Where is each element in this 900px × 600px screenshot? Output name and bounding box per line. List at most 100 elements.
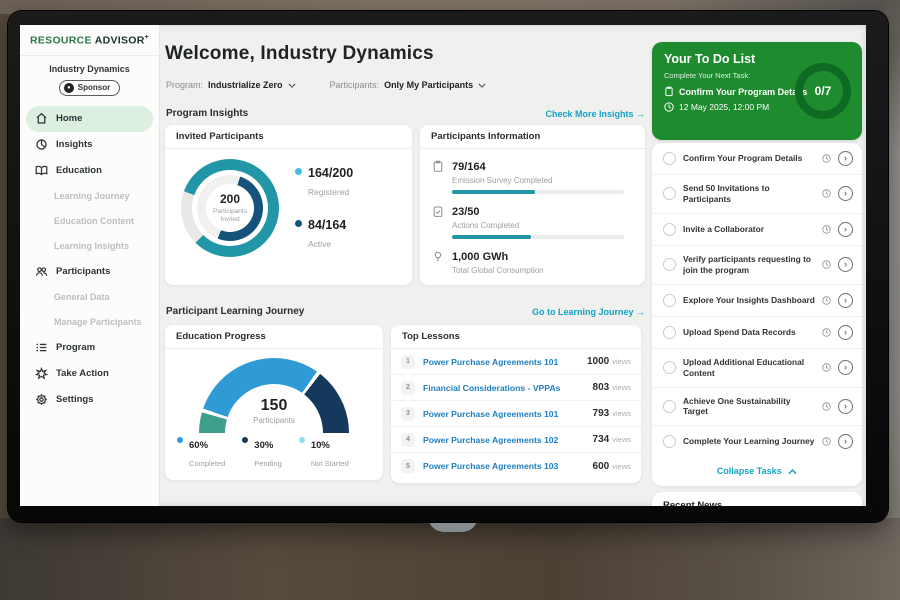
legend-dot — [295, 168, 302, 175]
gauge-legend: 60%Completed 30%Pending 10%Not Started — [177, 435, 375, 471]
lesson-row: 5 Power Purchase Agreements 103 600views — [391, 453, 641, 479]
progress-bar-actions — [452, 235, 624, 239]
checkbox[interactable] — [663, 400, 676, 413]
chevron-down-icon — [288, 83, 296, 88]
clock-icon — [822, 328, 831, 337]
section-title: Participant Learning Journey — [166, 306, 304, 317]
main-content: Welcome, Industry Dynamics Program: Indu… — [165, 25, 645, 506]
todo-item[interactable]: Invite a Collaborator › — [652, 214, 862, 246]
clipboard-icon — [664, 86, 674, 97]
sidebar-item-label: Program — [56, 342, 95, 353]
sidebar-item-participants[interactable]: Participants — [20, 259, 159, 285]
chevron-right-button[interactable]: › — [838, 151, 853, 166]
chevron-right-button[interactable]: › — [838, 222, 853, 237]
legend-dot — [299, 437, 305, 443]
home-icon — [35, 112, 48, 125]
legend-dot — [177, 437, 183, 443]
recent-news-card: Recent News — [652, 492, 862, 506]
lesson-row: 1 Power Purchase Agreements 101 1000view… — [391, 349, 641, 375]
legend-active: 84/164Active — [295, 216, 353, 252]
check-more-insights-link[interactable]: Check More Insights → — [545, 109, 645, 119]
sidebar: RESOURCE ADVISOR+ Industry Dynamics ● Sp… — [20, 25, 160, 506]
todo-hero-card: Your To Do List Complete Your Next Task:… — [652, 42, 862, 140]
clock-icon — [822, 437, 831, 446]
chevron-right-button[interactable]: › — [838, 293, 853, 308]
todo-item[interactable]: Send 50 Invitations to Participants › — [652, 175, 862, 214]
education-progress-card: Education Progress 150 Participants 60%C… — [165, 325, 383, 480]
sidebar-item-label: Education — [56, 165, 102, 176]
program-insights-header: Program Insights Check More Insights → — [166, 108, 645, 119]
arrow-right-icon: → — [636, 109, 645, 119]
card-title: Education Progress — [165, 325, 383, 349]
sidebar-item-manage-participants[interactable]: Manage Participants — [20, 310, 159, 335]
gear-icon — [35, 393, 48, 406]
sidebar-item-take-action[interactable]: Take Action — [20, 361, 159, 387]
lesson-row: 2 Financial Considerations - VPPAs 803vi… — [391, 375, 641, 401]
checkbox[interactable] — [663, 361, 676, 374]
sidebar-item-education[interactable]: Education — [20, 158, 159, 184]
go-to-learning-journey-link[interactable]: Go to Learning Journey → — [532, 307, 645, 317]
checkbox[interactable] — [663, 152, 676, 165]
participants-filter[interactable]: Participants: Only My Participants — [330, 80, 487, 90]
sidebar-item-label: Participants — [56, 266, 110, 277]
progress-bar-emission — [452, 190, 624, 194]
lesson-link[interactable]: Power Purchase Agreements 101 — [423, 409, 593, 419]
recent-news-title: Recent News — [663, 500, 851, 506]
page-title: Welcome, Industry Dynamics — [165, 43, 434, 65]
sidebar-item-label: Home — [56, 113, 82, 124]
sidebar-item-learning-journey[interactable]: Learning Journey — [20, 184, 159, 209]
sidebar-item-home[interactable]: Home — [26, 106, 153, 132]
todo-item[interactable]: Upload Additional Educational Content › — [652, 349, 862, 388]
todo-item[interactable]: Confirm Your Program Details › — [652, 143, 862, 175]
chevron-right-button[interactable]: › — [838, 399, 853, 414]
chevron-down-icon — [478, 83, 486, 88]
filters-row: Program: Industrialize Zero Participants… — [166, 80, 486, 90]
todo-item[interactable]: Verify participants requesting to join t… — [652, 246, 862, 285]
checkbox[interactable] — [663, 258, 676, 271]
sidebar-item-learning-insights[interactable]: Learning Insights — [20, 234, 159, 259]
checkbox[interactable] — [663, 435, 676, 448]
chevron-right-button[interactable]: › — [838, 325, 853, 340]
clock-icon — [822, 225, 831, 234]
chevron-right-button[interactable]: › — [838, 257, 853, 272]
section-title: Program Insights — [166, 108, 248, 119]
lesson-rank: 2 — [401, 381, 415, 395]
lesson-link[interactable]: Financial Considerations - VPPAs — [423, 383, 593, 393]
gauge-center-value: 150 — [165, 397, 383, 415]
checkbox[interactable] — [663, 326, 676, 339]
todo-item[interactable]: Complete Your Learning Journey › — [652, 426, 862, 457]
todo-item[interactable]: Achieve One Sustainability Target › — [652, 388, 862, 427]
lesson-link[interactable]: Power Purchase Agreements 102 — [423, 435, 593, 445]
card-title: Invited Participants — [165, 125, 412, 149]
todo-next-task: Confirm Your Program Details — [679, 87, 807, 97]
chevron-right-button[interactable]: › — [838, 186, 853, 201]
checkbox[interactable] — [663, 223, 676, 236]
lesson-rank: 4 — [401, 433, 415, 447]
checkbox[interactable] — [663, 187, 676, 200]
sponsor-badge[interactable]: ● Sponsor — [59, 80, 120, 96]
collapse-tasks-link[interactable]: Collapse Tasks — [652, 457, 862, 486]
chevron-right-button[interactable]: › — [838, 360, 853, 375]
chevron-up-icon — [788, 469, 797, 475]
checkbox[interactable] — [663, 294, 676, 307]
clock-icon — [822, 154, 831, 163]
chevron-right-button[interactable]: › — [838, 434, 853, 449]
logo-secondary: ADVISOR — [95, 35, 145, 47]
clock-icon — [822, 402, 831, 411]
program-list-icon — [35, 341, 48, 354]
sidebar-item-education-content[interactable]: Education Content — [20, 209, 159, 234]
lesson-row: 4 Power Purchase Agreements 102 734views — [391, 427, 641, 453]
program-filter[interactable]: Program: Industrialize Zero — [166, 80, 296, 90]
sidebar-item-insights[interactable]: Insights — [20, 132, 159, 158]
donut-legend: 164/200Registered 84/164Active — [295, 164, 353, 252]
todo-item[interactable]: Explore Your Insights Dashboard › — [652, 285, 862, 317]
legend-dot — [242, 437, 248, 443]
participants-icon — [35, 265, 48, 278]
sidebar-item-settings[interactable]: Settings — [20, 387, 159, 413]
sidebar-item-program[interactable]: Program — [20, 335, 159, 361]
lesson-link[interactable]: Power Purchase Agreements 101 — [423, 357, 587, 367]
sidebar-item-general-data[interactable]: General Data — [20, 285, 159, 310]
todo-panel: Your To Do List Complete Your Next Task:… — [652, 42, 862, 506]
lesson-link[interactable]: Power Purchase Agreements 103 — [423, 461, 593, 471]
todo-item[interactable]: Upload Spend Data Records › — [652, 317, 862, 349]
